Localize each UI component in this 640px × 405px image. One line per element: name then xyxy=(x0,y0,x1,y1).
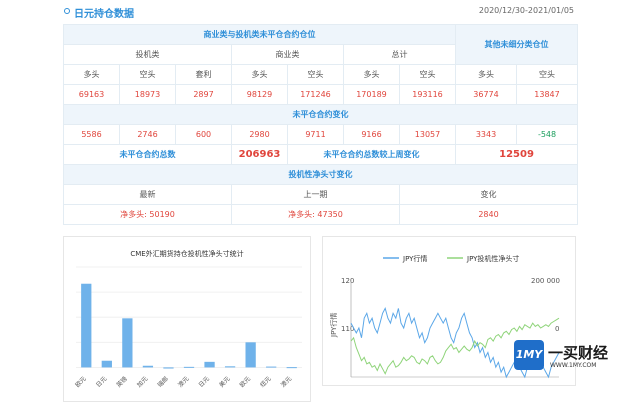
value-cell: 170189 xyxy=(343,84,400,105)
date-range: 2020/12/30-2021/01/05 xyxy=(478,6,574,15)
change-cell: 3343 xyxy=(455,124,518,145)
bar[interactable] xyxy=(163,367,174,369)
bar-category-label: 日元 xyxy=(198,375,211,388)
value-cell: 36774 xyxy=(455,84,518,105)
value-cell: 171246 xyxy=(287,84,344,105)
bar-category-label: 瑞郎 xyxy=(156,375,170,389)
bar[interactable] xyxy=(286,367,297,369)
left-axis-label: JPY行情 xyxy=(329,313,338,338)
other-header: 其他未细分类仓位 xyxy=(455,24,579,65)
weekly-change-label: 未平仓合约总数较上周变化 xyxy=(286,144,457,165)
bar[interactable] xyxy=(266,366,277,368)
sub-header: 空头 xyxy=(287,64,344,85)
bar-category-label: 欧元 xyxy=(238,375,252,389)
section-header: 日元持仓数据 2020/12/30-2021/01/05 xyxy=(0,0,640,24)
spec-change: 2840 xyxy=(398,204,579,225)
change-cell: 600 xyxy=(175,124,232,145)
col-group-speculative: 投机类 xyxy=(63,44,232,65)
total-value: 206963 xyxy=(231,144,288,165)
group-header: 商业类与投机类未平仓合约仓位 xyxy=(62,24,457,45)
weekly-change-value: 12509 xyxy=(455,144,579,165)
bar[interactable] xyxy=(122,318,133,368)
bar-category-label: 日元 xyxy=(95,375,108,388)
watermark-logo: 1MY xyxy=(514,340,544,370)
spec-col-prev: 上一期 xyxy=(231,184,400,205)
col-group-total: 总计 xyxy=(342,44,457,65)
spec-prev: 净多头: 47350 xyxy=(231,204,400,225)
change-cell: 9166 xyxy=(343,124,400,145)
value-cell: 18973 xyxy=(119,84,176,105)
value-cell: 2897 xyxy=(175,84,232,105)
bar-category-label: 纽元 xyxy=(258,375,272,389)
watermark-url: WWW.1MY.COM xyxy=(550,362,597,369)
bar-chart-panel: CME外汇期货持仓投机性净头寸统计 欧元 日元 英镑 加元 瑞郎 澳元 日元 美元 欧元 纽元 澳元 xyxy=(63,236,311,402)
bar[interactable] xyxy=(224,366,236,368)
circle-icon xyxy=(64,8,70,14)
bar-category-label: 欧元 xyxy=(74,375,88,389)
bar-chart-title: CME外汇期货持仓投机性净头寸统计 xyxy=(130,249,243,258)
bar[interactable] xyxy=(81,283,92,368)
change-cell: 9711 xyxy=(287,124,344,145)
sub-header: 套利 xyxy=(175,64,232,85)
legend-net-label[interactable]: JPY投机性净头寸 xyxy=(466,254,519,263)
bar[interactable] xyxy=(204,361,215,368)
col-group-commercial: 商业类 xyxy=(231,44,344,65)
total-label: 未平仓合约总数 xyxy=(63,144,232,165)
bar-category-label: 澳元 xyxy=(279,375,293,389)
spec-col-latest: 最新 xyxy=(63,184,232,205)
bar-category-label: 澳元 xyxy=(176,375,190,389)
watermark: 1MY 一买财经 WWW.1MY.COM xyxy=(514,340,640,370)
value-cell: 98129 xyxy=(231,84,288,105)
change-cell: 2746 xyxy=(119,124,176,145)
right-tick: 200 000 xyxy=(531,277,560,285)
bar-chart: CME外汇期货持仓投机性净头寸统计 欧元 日元 英镑 加元 瑞郎 澳元 日元 美元 欧元 纽元 澳元 xyxy=(74,249,302,389)
bar-category-label: 加元 xyxy=(135,375,149,389)
spec-latest: 净多头: 50190 xyxy=(63,204,232,225)
sub-header: 多头 xyxy=(343,64,400,85)
bar-category-label: 英镑 xyxy=(115,375,129,389)
sub-header: 空头 xyxy=(119,64,176,85)
section-title: 日元持仓数据 xyxy=(74,9,134,20)
spec-col-change: 变化 xyxy=(398,184,579,205)
legend-jpy-label[interactable]: JPY行情 xyxy=(402,254,427,263)
left-tick: 120 xyxy=(341,277,354,285)
sub-header: 空头 xyxy=(516,64,579,85)
bar[interactable] xyxy=(101,360,112,368)
sub-header: 多头 xyxy=(455,64,518,85)
bar[interactable] xyxy=(245,342,256,368)
spec-header: 投机性净头寸变化 xyxy=(62,164,579,185)
positions-table: 商业类与投机类未平仓合约仓位 其他未细分类仓位 投机类 商业类 总计 多头 空头… xyxy=(62,24,579,225)
change-cell: 2980 xyxy=(231,124,288,145)
bar[interactable] xyxy=(183,366,195,368)
value-cell: 69163 xyxy=(63,84,120,105)
bar-category-label: 美元 xyxy=(217,375,231,389)
change-cell: -548 xyxy=(516,124,579,145)
value-cell: 193116 xyxy=(398,84,457,105)
change-cell: 13057 xyxy=(398,124,457,145)
watermark-text: 一买财经 xyxy=(548,344,609,362)
bar[interactable] xyxy=(142,365,154,368)
right-tick: 0 xyxy=(555,325,559,333)
change-header: 未平仓合约变化 xyxy=(62,104,579,125)
sub-header: 多头 xyxy=(63,64,120,85)
change-cell: 5586 xyxy=(63,124,120,145)
sub-header: 空头 xyxy=(398,64,457,85)
sub-header: 多头 xyxy=(231,64,288,85)
value-cell: 13847 xyxy=(516,84,579,105)
